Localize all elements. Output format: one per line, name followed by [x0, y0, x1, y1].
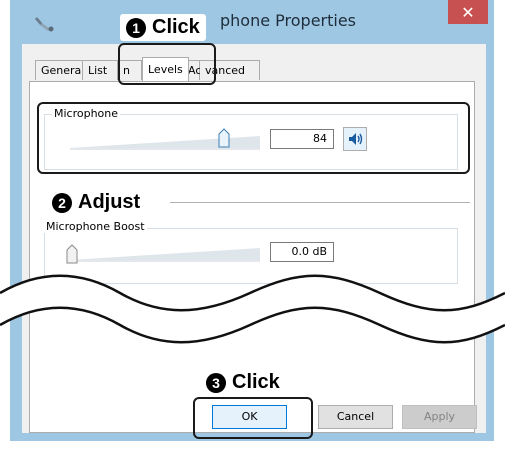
highlight-microphone-group	[37, 102, 470, 174]
callout-step3: 3 Click	[206, 371, 280, 394]
cancel-label: Cancel	[336, 410, 375, 423]
window-title: phone Properties	[220, 11, 357, 30]
highlight-ok-button	[193, 397, 313, 439]
cancel-button[interactable]: Cancel	[318, 405, 393, 429]
boost-label: Microphone Boost	[44, 220, 147, 233]
callout-step2: 2 Adjust	[46, 191, 147, 214]
adjust-divider	[170, 202, 470, 203]
step-text: Click	[152, 16, 200, 38]
apply-button[interactable]: Apply	[402, 405, 477, 429]
callout-step1: 1 Click	[120, 14, 206, 41]
microphone-icon	[34, 14, 56, 32]
boost-slider[interactable]	[70, 242, 260, 264]
boost-level-input[interactable]: 0.0 dB	[270, 242, 334, 262]
step-text: Adjust	[78, 191, 141, 213]
tab-label: Levels	[148, 63, 183, 76]
boost-slider-thumb[interactable]	[66, 244, 78, 264]
boost-level-value: 0.0 dB	[291, 245, 327, 258]
tab-levels[interactable]: Levels	[142, 57, 189, 81]
apply-label: Apply	[423, 410, 456, 423]
tab-label: List	[88, 64, 108, 77]
close-icon: ✕	[461, 2, 475, 22]
slider-track-fill	[70, 248, 260, 260]
step-number: 3	[206, 372, 226, 393]
tab-listen-left[interactable]: List	[82, 60, 118, 80]
title-bar[interactable]: phone Properties ✕	[10, 0, 494, 44]
step-number: 2	[52, 192, 72, 213]
step-number: 1	[126, 17, 146, 38]
tab-label: General	[41, 64, 85, 77]
close-button[interactable]: ✕	[448, 0, 488, 24]
step-text: Click	[232, 371, 280, 393]
